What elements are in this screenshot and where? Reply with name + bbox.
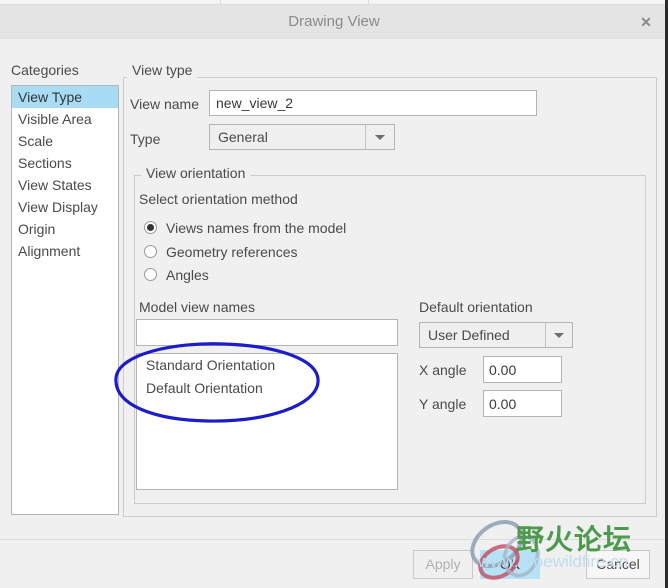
y-angle-label: Y angle <box>419 396 467 412</box>
x-angle-input[interactable] <box>483 356 562 383</box>
sidebar-item-alignment[interactable]: Alignment <box>12 240 118 262</box>
list-item[interactable]: Standard Orientation <box>137 354 397 377</box>
ok-button[interactable]: OK <box>480 550 540 579</box>
type-label: Type <box>130 131 161 147</box>
radio-label: Angles <box>166 267 209 283</box>
default-orientation-label: Default orientation <box>419 299 533 315</box>
sidebar-item-view-display[interactable]: View Display <box>12 196 118 218</box>
radio-label: Views names from the model <box>166 220 347 236</box>
cancel-button[interactable]: Cancel <box>586 550 650 579</box>
title-divider <box>0 38 665 39</box>
close-icon[interactable]: ✕ <box>636 12 656 32</box>
model-view-names-list[interactable]: Standard Orientation Default Orientation <box>136 353 398 490</box>
title-bar: Drawing View ✕ <box>0 5 665 38</box>
select-orientation-method-label: Select orientation method <box>139 191 298 207</box>
categories-label: Categories <box>11 62 79 78</box>
sidebar-item-visible-area[interactable]: Visible Area <box>12 108 118 130</box>
view-type-group-legend: View type <box>127 62 198 78</box>
view-name-label: View name <box>130 96 200 112</box>
radio-label: Geometry references <box>166 244 298 260</box>
radio-icon-selected[interactable] <box>144 221 157 234</box>
view-orientation-group-legend: View orientation <box>141 165 251 181</box>
view-name-input[interactable] <box>209 90 537 116</box>
y-angle-input[interactable] <box>483 390 562 417</box>
sidebar-item-origin[interactable]: Origin <box>12 218 118 240</box>
sidebar-item-view-states[interactable]: View States <box>12 174 118 196</box>
drawing-view-dialog: Drawing View ✕ Categories View Type Visi… <box>0 0 668 588</box>
type-dropdown[interactable]: General <box>209 124 395 150</box>
model-view-names-label: Model view names <box>139 299 255 315</box>
radio-icon[interactable] <box>144 268 157 281</box>
list-item[interactable]: Default Orientation <box>137 377 397 400</box>
default-orientation-value: User Defined <box>428 327 510 343</box>
model-view-names-input[interactable] <box>136 319 398 346</box>
apply-button[interactable]: Apply <box>413 550 473 579</box>
sidebar-item-scale[interactable]: Scale <box>12 130 118 152</box>
x-angle-label: X angle <box>419 362 467 378</box>
radio-icon[interactable] <box>144 245 157 258</box>
default-orientation-dropdown[interactable]: User Defined <box>419 322 573 348</box>
sidebar-item-view-type[interactable]: View Type <box>12 86 118 108</box>
chevron-down-icon[interactable] <box>365 125 394 149</box>
page-title: Drawing View <box>288 13 380 30</box>
footer-divider <box>0 539 665 540</box>
sidebar-item-sections[interactable]: Sections <box>12 152 118 174</box>
categories-list[interactable]: View Type Visible Area Scale Sections Vi… <box>11 85 119 515</box>
chevron-down-icon[interactable] <box>545 323 572 347</box>
type-dropdown-value: General <box>218 129 268 145</box>
